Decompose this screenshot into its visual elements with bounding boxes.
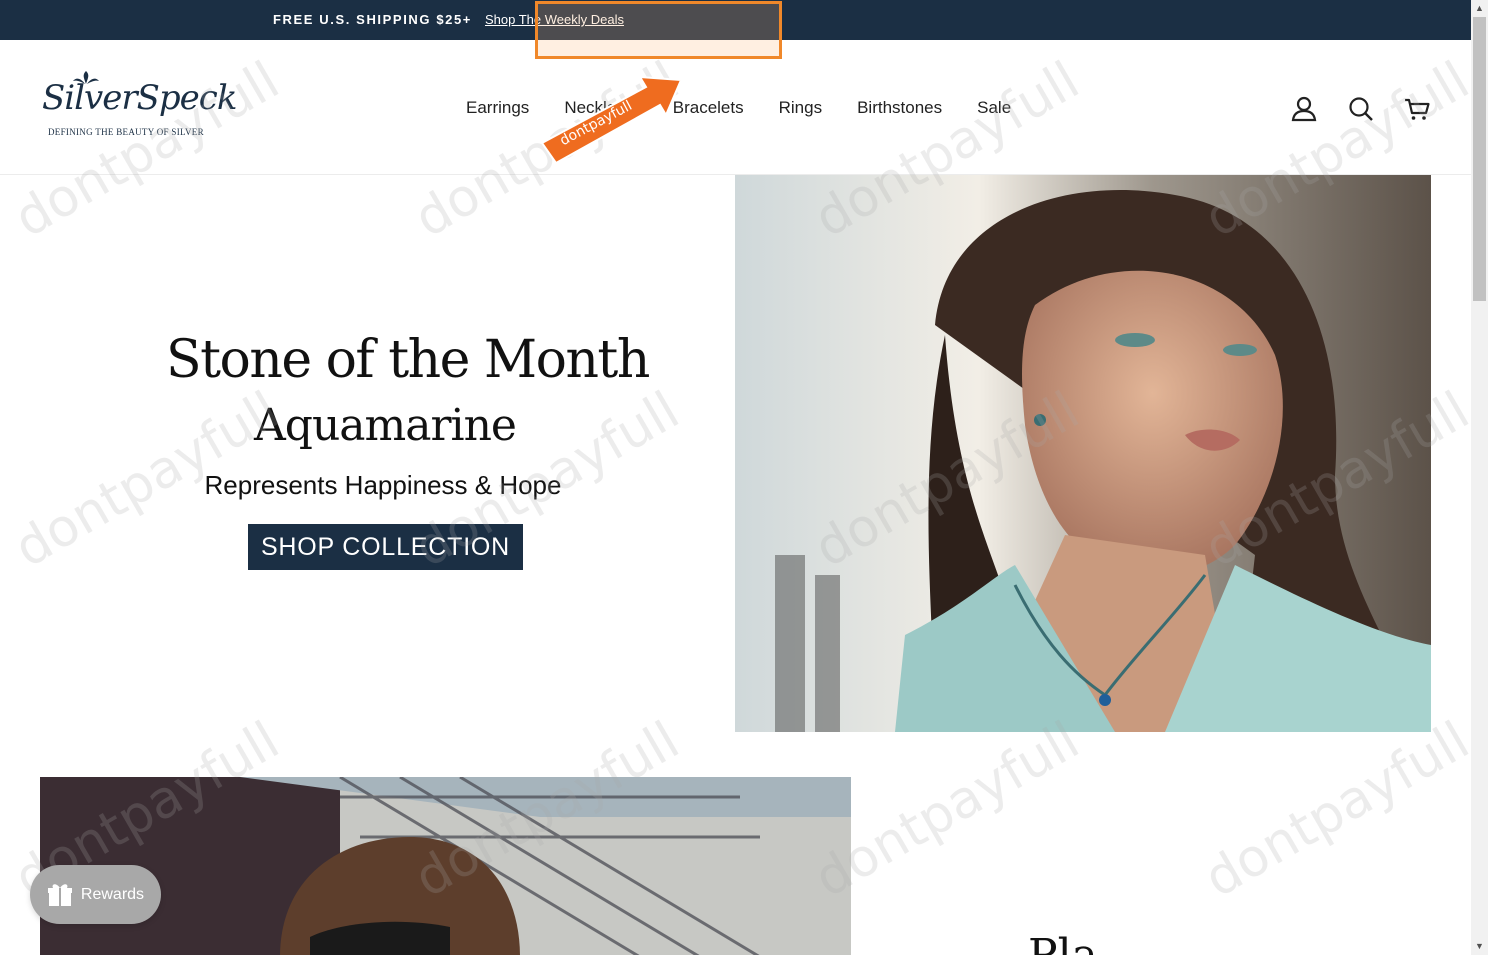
rewards-label: Rewards	[80, 885, 145, 903]
account-icon[interactable]	[1291, 96, 1317, 122]
watermark: dontpayfull	[1194, 710, 1480, 910]
scroll-thumb[interactable]	[1473, 17, 1486, 301]
page-scrollbar[interactable]: ▲ ▼	[1471, 0, 1488, 955]
scroll-up-icon[interactable]: ▲	[1471, 0, 1488, 17]
hero-description: Represents Happiness & Hope	[204, 470, 562, 500]
nav-item-earrings[interactable]: Earrings	[466, 98, 529, 118]
logo-tagline: DEFINING THE BEAUTY OF SILVER	[48, 127, 204, 137]
announcement-text: FREE U.S. SHIPPING $25+	[273, 12, 472, 27]
cart-icon[interactable]	[1404, 96, 1430, 122]
search-icon[interactable]	[1348, 96, 1374, 122]
site-header: SilverSpeck DEFINING THE BEAUTY OF SILVE…	[0, 40, 1471, 175]
scroll-down-icon[interactable]: ▼	[1471, 938, 1488, 955]
highlight-box	[535, 1, 782, 59]
gift-icon	[47, 883, 72, 906]
hero-title: Stone of the Month	[166, 330, 650, 390]
section-heading: Pla	[1028, 930, 1098, 955]
nav-item-rings[interactable]: Rings	[779, 98, 822, 118]
logo-name: SilverSpeck	[42, 78, 237, 118]
pointer-arrow-badge: dontpayfull	[540, 75, 683, 165]
nav-item-sale[interactable]: Sale	[977, 98, 1011, 118]
hero-subtitle: Aquamarine	[254, 400, 517, 451]
page: FREE U.S. SHIPPING $25+ Shop The Weekly …	[0, 0, 1488, 955]
rewards-button[interactable]: Rewards	[30, 865, 161, 924]
logo[interactable]: SilverSpeck DEFINING THE BEAUTY OF SILVE…	[42, 68, 237, 140]
model-portrait-image	[735, 175, 1431, 732]
hero-image[interactable]	[735, 175, 1431, 732]
nav-item-birthstones[interactable]: Birthstones	[857, 98, 942, 118]
second-section-image[interactable]	[40, 777, 851, 955]
shop-collection-button[interactable]: SHOP COLLECTION	[248, 524, 523, 570]
bridge-photo-image	[40, 777, 851, 955]
